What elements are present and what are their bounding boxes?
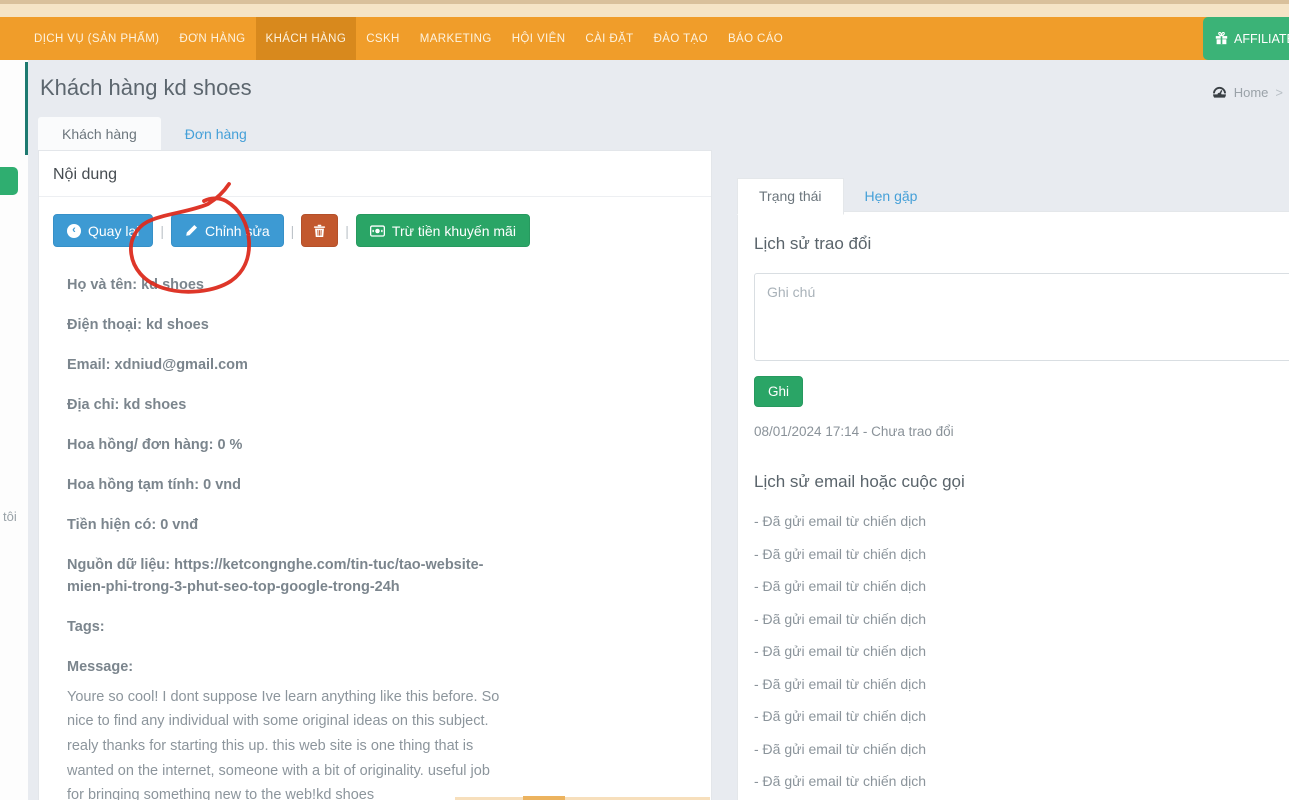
exchange-history-title: Lịch sử trao đổi [754, 234, 1289, 254]
breadcrumb-home[interactable]: Home [1234, 85, 1269, 100]
nav-menu-item-label: CSKH [366, 33, 400, 45]
customer-field: Nguồn dữ liệu: https://ketcongnghe.com/t… [67, 554, 509, 599]
tab-hen-gap[interactable]: Hẹn gặp [844, 178, 939, 214]
customer-detail-card: Nội dung ‹ Quay lại | Chỉnh sửa | | [38, 150, 712, 800]
affiliate-label: AFFILIATE [1234, 32, 1289, 46]
email-history-item: - Đã gửi email từ chiến dịch [754, 513, 1289, 529]
note-input[interactable] [754, 273, 1289, 361]
email-history-item: - Đã gửi email từ chiến dịch [754, 546, 1289, 562]
customer-field: Địa chỉ: kd shoes [67, 394, 509, 416]
main-navbar: DỊCH VỤ (SẢN PHẨM) ĐƠN HÀNG KHÁCH HÀNG C… [0, 17, 1289, 60]
gift-icon [1215, 32, 1228, 45]
nav-menu-item[interactable]: HỘI VIÊN [502, 17, 576, 60]
nav-menu-item[interactable]: DỊCH VỤ (SẢN PHẨM) [24, 17, 169, 60]
affiliate-button[interactable]: AFFILIATE [1203, 17, 1289, 60]
nav-menu-item[interactable]: KHÁCH HÀNG [256, 17, 357, 60]
subtract-promo-button[interactable]: Trừ tiền khuyến mãi [356, 214, 530, 247]
customer-field: Điện thoại: kd shoes [67, 314, 509, 336]
nav-menu-item[interactable]: ĐƠN HÀNG [169, 17, 255, 60]
pencil-icon [185, 224, 198, 237]
customer-message-block: Message: Youre so cool! I dont suppose I… [39, 656, 549, 800]
arrow-circle-left-icon: ‹ [67, 224, 81, 238]
screen: DỊCH VỤ (SẢN PHẨM) ĐƠN HÀNG KHÁCH HÀNG C… [0, 0, 1289, 800]
nav-menu-item-label: ĐÀO TẠO [654, 33, 708, 45]
customer-field: Tiền hiện có: 0 vnđ [67, 514, 509, 536]
cutoff-sidebar-text: tôi [3, 509, 17, 524]
email-history-item: - Đã gửi email từ chiến dịch [754, 643, 1289, 659]
edit-button-label: Chỉnh sửa [205, 223, 270, 239]
nav-menu-item[interactable]: ĐÀO TẠO [644, 17, 718, 60]
customer-field: Họ và tên: kd shoes [67, 274, 509, 296]
top-cream-strip [0, 4, 1289, 17]
email-history-item: - Đã gửi email từ chiến dịch [754, 708, 1289, 724]
save-note-button[interactable]: Ghi [754, 376, 803, 407]
email-history-item: - Đã gửi email từ chiến dịch [754, 611, 1289, 627]
page-title: Khách hàng kd shoes [40, 75, 252, 101]
nav-menu-item[interactable]: CÀI ĐẶT [575, 17, 643, 60]
cutoff-green-button[interactable] [0, 167, 18, 195]
subtract-promo-label: Trừ tiền khuyến mãi [392, 223, 516, 239]
back-button-label: Quay lại [88, 223, 139, 239]
breadcrumb-separator: > [1275, 85, 1283, 100]
nav-menu-item[interactable]: BÁO CÁO [718, 17, 793, 60]
delete-button[interactable] [301, 214, 338, 247]
customer-field: Tags: [67, 616, 509, 638]
nav-menu-item-label: ĐƠN HÀNG [179, 33, 245, 45]
status-panel: Lịch sử trao đổi Ghi 08/01/2024 17:14 - … [737, 211, 1289, 800]
nav-menu-item-label: CÀI ĐẶT [585, 33, 633, 45]
dashboard-icon [1212, 86, 1227, 99]
edit-button[interactable]: Chỉnh sửa [171, 214, 284, 247]
tab-don-hang[interactable]: Đơn hàng [161, 117, 271, 152]
email-history-title: Lịch sử email hoặc cuộc gọi [754, 472, 1289, 492]
action-button-row: ‹ Quay lại | Chỉnh sửa | | Trừ tiền khuy… [39, 197, 711, 247]
message-text: Youre so cool! I dont suppose Ive learn … [67, 685, 509, 800]
cutoff-bottom-element-dark [523, 796, 565, 800]
money-icon [370, 225, 385, 237]
trash-icon [313, 224, 326, 238]
email-history-item: - Đã gửi email từ chiến dịch [754, 773, 1289, 789]
card-title: Nội dung [39, 151, 711, 197]
content-area: Khách hàng kd shoes Home > Khách hàng Đơ… [28, 60, 1289, 800]
button-separator: | [291, 223, 295, 239]
email-history-item: - Đã gửi email từ chiến dịch [754, 676, 1289, 692]
nav-menu-item[interactable]: MARKETING [410, 17, 502, 60]
tab-khach-hang[interactable]: Khách hàng [38, 117, 161, 152]
nav-menu-item-label: BÁO CÁO [728, 33, 783, 45]
customer-fields: Họ và tên: kd shoes Điện thoại: kd shoes… [39, 247, 549, 639]
last-note-entry: 08/01/2024 17:14 - Chưa trao đổi [754, 424, 1289, 439]
message-label: Message: [67, 656, 509, 678]
page-tabs: Khách hàng Đơn hàng [38, 117, 271, 152]
customer-field: Email: xdniud@gmail.com [67, 354, 509, 376]
nav-menu-item-label: DỊCH VỤ (SẢN PHẨM) [34, 33, 159, 45]
nav-menu: DỊCH VỤ (SẢN PHẨM) ĐƠN HÀNG KHÁCH HÀNG C… [0, 17, 1289, 60]
email-history-item: - Đã gửi email từ chiến dịch [754, 741, 1289, 757]
status-tabs: Trạng thái Hẹn gặp [737, 178, 938, 214]
button-separator: | [160, 223, 164, 239]
email-history-item: - Đã gửi email từ chiến dịch [754, 578, 1289, 594]
nav-menu-item-label: HỘI VIÊN [512, 33, 566, 45]
breadcrumb: Home > [1212, 85, 1283, 100]
email-history-list: - Đã gửi email từ chiến dịch - Đã gửi em… [754, 513, 1289, 800]
underlying-page-fragment: tôi [0, 60, 28, 800]
tab-trang-thai[interactable]: Trạng thái [737, 178, 844, 215]
nav-menu-item[interactable]: CSKH [356, 17, 410, 60]
button-separator: | [345, 223, 349, 239]
nav-menu-item-label: KHÁCH HÀNG [266, 33, 347, 45]
back-button[interactable]: ‹ Quay lại [53, 214, 153, 247]
nav-menu-item-label: MARKETING [420, 33, 492, 45]
customer-field: Hoa hồng tạm tính: 0 vnd [67, 474, 509, 496]
customer-field: Hoa hồng/ đơn hàng: 0 % [67, 434, 509, 456]
